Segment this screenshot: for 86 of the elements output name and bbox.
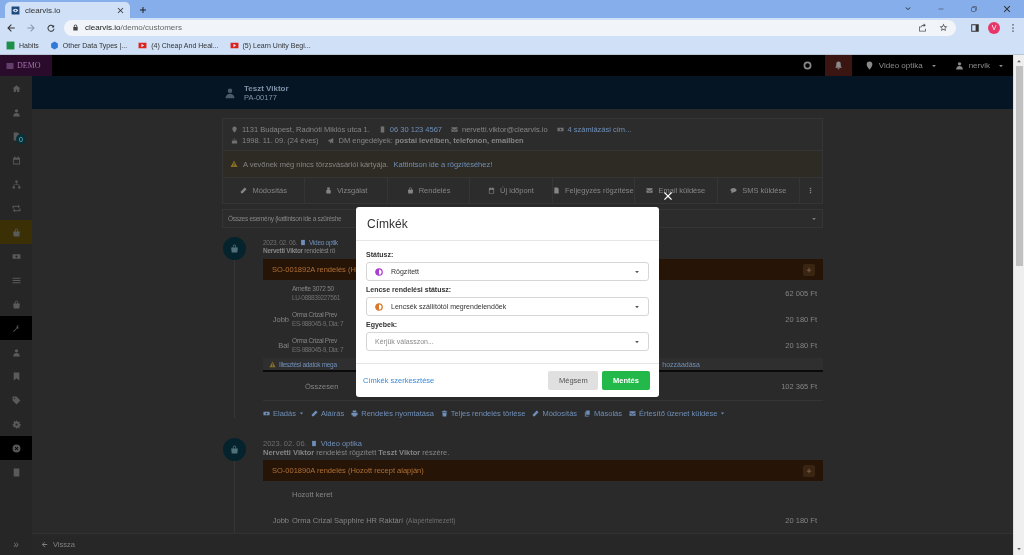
notifications-button[interactable] <box>824 55 852 76</box>
caret-icon <box>634 303 640 310</box>
pencil-icon <box>532 409 540 417</box>
star-icon[interactable] <box>939 23 948 32</box>
caret-icon <box>634 268 640 275</box>
warning-icon <box>230 160 238 168</box>
pin-icon <box>864 61 874 70</box>
eye-icon <box>11 5 20 15</box>
reload-icon[interactable] <box>46 22 56 33</box>
user-icon <box>954 61 964 70</box>
caret-icon <box>998 62 1004 69</box>
file-icon <box>553 187 560 194</box>
sidebar-item[interactable] <box>0 436 32 460</box>
url-text: clearvis.io/demo/customers <box>85 23 182 32</box>
square-icon <box>6 41 15 50</box>
caret-icon <box>930 62 937 69</box>
new-tab-icon[interactable] <box>139 6 147 14</box>
side-panel-icon[interactable] <box>970 22 980 33</box>
pin-icon <box>231 126 238 133</box>
user-icon <box>11 107 21 117</box>
calendar-icon <box>488 187 496 194</box>
home-icon <box>11 83 21 93</box>
wrench-icon <box>11 323 21 333</box>
video-icon <box>229 41 239 50</box>
close-icon[interactable] <box>117 6 124 14</box>
video-icon <box>138 41 148 50</box>
envelope-icon <box>629 409 636 417</box>
arrows-icon <box>11 203 21 213</box>
caret-icon <box>298 410 304 416</box>
user-dropdown[interactable]: nervik <box>945 55 1013 76</box>
pencil-icon <box>240 187 248 194</box>
add-button[interactable] <box>803 464 815 477</box>
megaphone-icon <box>327 137 335 144</box>
envelope-icon <box>451 126 458 133</box>
back-arrow-icon[interactable] <box>6 22 16 33</box>
bookmark-icon <box>11 371 21 381</box>
sidebar-item[interactable] <box>0 220 32 244</box>
browser-tab[interactable]: clearvis.io <box>5 2 130 18</box>
banknote-icon <box>263 409 270 417</box>
caret-down-icon <box>1016 546 1022 552</box>
cube-icon <box>49 41 59 50</box>
copy-icon <box>584 409 592 417</box>
share-icon[interactable] <box>918 23 927 32</box>
pencil-icon <box>310 409 318 417</box>
arrow-left-icon <box>41 541 48 548</box>
scrollbar[interactable] <box>1013 55 1024 555</box>
menu-button[interactable]: DEMO <box>0 55 52 76</box>
lifering-icon <box>802 61 812 70</box>
bag-icon <box>11 227 21 237</box>
bag-icon <box>11 299 21 309</box>
bag-icon <box>230 244 239 253</box>
gear-icon <box>11 419 21 429</box>
bag-icon <box>406 187 414 194</box>
speech-bubble-icon <box>730 187 738 194</box>
location-dropdown[interactable]: Video optika <box>855 55 946 76</box>
bag-icon <box>230 445 239 454</box>
cake-icon <box>231 137 238 144</box>
warning-icon <box>269 360 276 368</box>
trash-icon <box>440 409 448 417</box>
restore-icon[interactable] <box>970 5 978 13</box>
caret-icon <box>720 410 726 416</box>
bell-icon <box>833 61 843 70</box>
lock-icon <box>72 24 79 31</box>
collapse-button[interactable]: » <box>0 533 32 555</box>
close-icon[interactable] <box>663 191 673 201</box>
caret-icon <box>634 338 640 345</box>
user-icon <box>11 347 21 357</box>
customer-name: Teszt Viktor <box>244 83 289 93</box>
address-bar[interactable]: clearvis.io/demo/customers <box>64 19 956 36</box>
banknote-icon <box>11 251 21 261</box>
calendar-icon <box>11 155 21 165</box>
phone-icon <box>378 126 386 133</box>
chevron-down-icon[interactable] <box>904 5 912 13</box>
tag-icon <box>11 395 21 405</box>
envelope-icon <box>646 187 654 194</box>
add-button[interactable] <box>803 263 815 276</box>
list-icon <box>11 275 21 285</box>
sitemap-icon <box>11 179 21 189</box>
printer-icon <box>351 409 359 417</box>
caret-up-icon <box>1016 58 1022 64</box>
dialog-title: Címkék <box>367 216 408 231</box>
caret-icon <box>811 215 817 222</box>
user-icon <box>224 86 236 99</box>
menu-icon <box>6 61 14 70</box>
forward-arrow-icon[interactable] <box>26 22 36 33</box>
banknote-icon <box>556 126 564 133</box>
